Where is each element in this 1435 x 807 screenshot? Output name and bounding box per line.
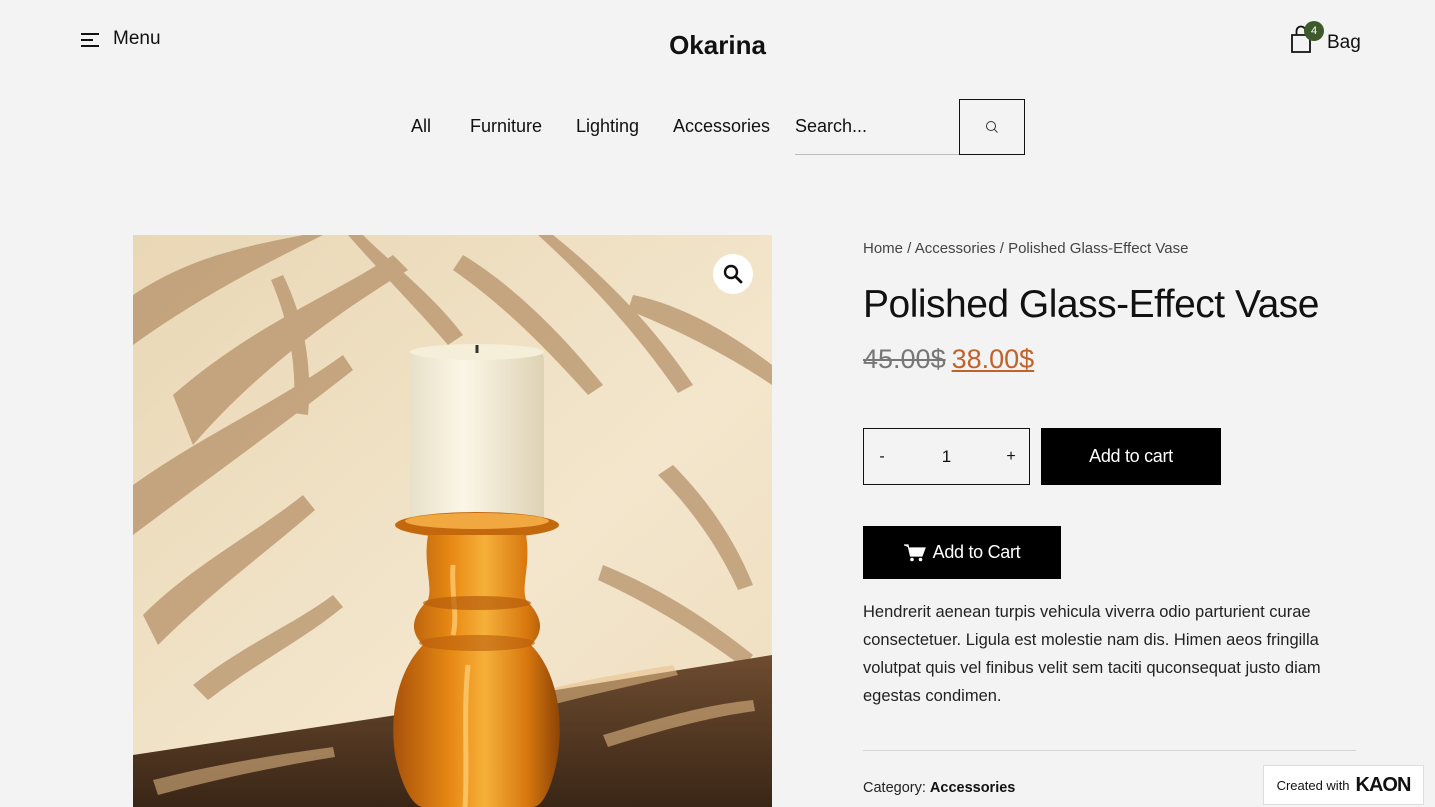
breadcrumb-category[interactable]: Accessories [915, 240, 996, 257]
category-link[interactable]: Accessories [930, 780, 1015, 796]
category-label: Category: [863, 780, 926, 796]
bag-button[interactable]: 4 Bag [1290, 21, 1361, 54]
product-photo [133, 235, 772, 807]
old-price: 45.00$ [863, 344, 946, 374]
created-with-label: Created with [1276, 777, 1350, 793]
add-to-cart-alt-label: Add to Cart [932, 542, 1021, 562]
product-title: Polished Glass-Effect Vase [863, 283, 1319, 326]
search-icon [986, 121, 998, 133]
search-button[interactable] [959, 99, 1025, 155]
divider [863, 750, 1356, 751]
nav-item-accessories[interactable]: Accessories [673, 116, 770, 137]
add-to-cart-button[interactable]: Add to cart [1041, 428, 1221, 485]
breadcrumb: Home / Accessories / Polished Glass-Effe… [863, 240, 1188, 257]
bag-icon: 4 [1290, 21, 1324, 54]
category-nav: All Furniture Lighting Accessories [0, 99, 1435, 155]
qty-decrement-button[interactable]: - [874, 448, 890, 466]
product-price: 45.00$ 38.00$ [863, 344, 1034, 375]
created-with-badge[interactable]: Created with KAON [1263, 765, 1424, 805]
zoom-icon [723, 264, 743, 284]
site-logo[interactable]: Okarina [0, 30, 1435, 61]
product-image[interactable] [133, 235, 772, 807]
quantity-stepper: - + [863, 428, 1030, 485]
product-description: Hendrerit aenean turpis vehicula viverra… [863, 603, 1321, 705]
nav-item-lighting[interactable]: Lighting [576, 116, 639, 137]
cart-icon [903, 543, 926, 561]
nav-item-all[interactable]: All [411, 116, 431, 137]
breadcrumb-current: Polished Glass-Effect Vase [1008, 240, 1189, 257]
search-input[interactable] [795, 99, 959, 155]
breadcrumb-separator: / [995, 240, 1009, 257]
breadcrumb-home[interactable]: Home [863, 240, 903, 257]
sale-price: 38.00$ [951, 344, 1035, 374]
qty-increment-button[interactable]: + [1003, 448, 1019, 466]
quantity-input[interactable] [916, 446, 977, 467]
search-form [795, 99, 1025, 155]
breadcrumb-separator: / [903, 240, 915, 257]
bag-label: Bag [1327, 32, 1361, 53]
bag-count-badge: 4 [1304, 21, 1324, 41]
add-to-cart-alt-button[interactable]: Add to Cart [863, 526, 1061, 579]
zoom-button[interactable] [713, 254, 753, 294]
nav-item-furniture[interactable]: Furniture [470, 116, 542, 137]
product-category: Category: Accessories [863, 780, 1015, 796]
kaon-logo: KAON [1355, 773, 1412, 796]
